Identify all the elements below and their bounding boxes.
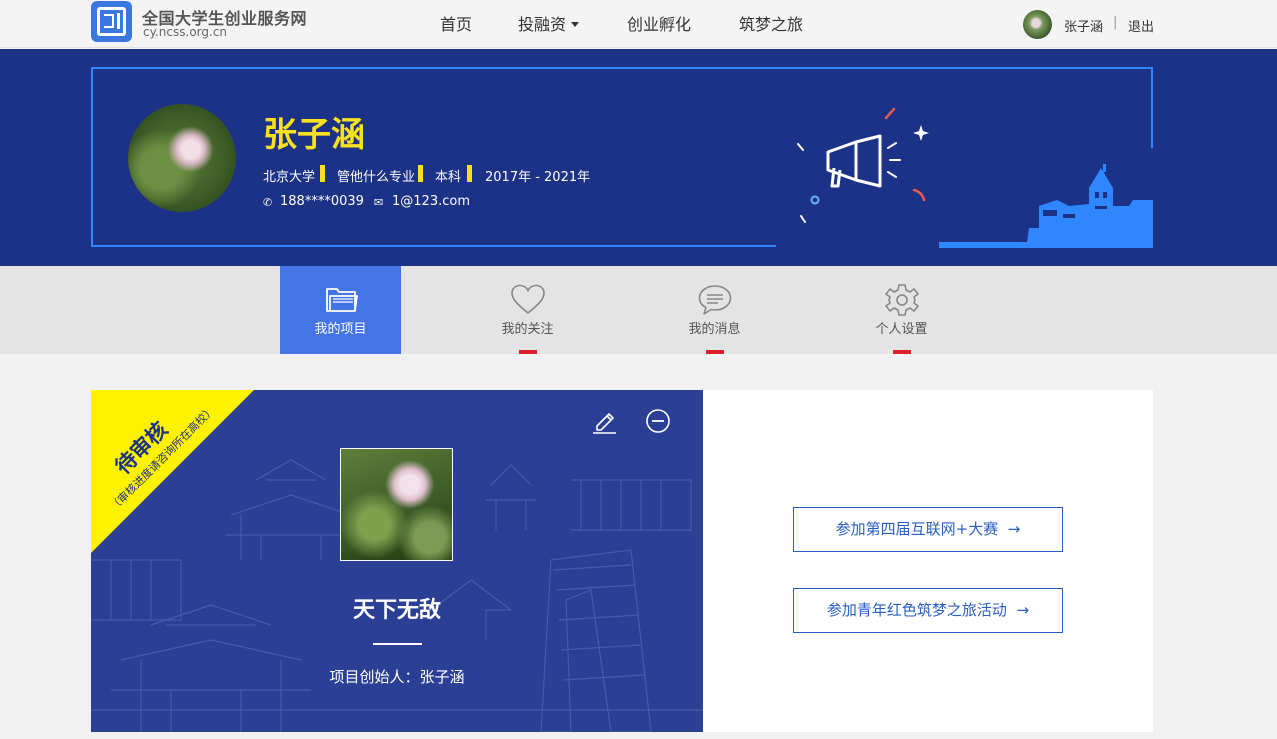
profile-avatar [128, 104, 236, 212]
site-logo-icon[interactable] [91, 1, 132, 42]
nav-home[interactable]: 首页 [440, 11, 472, 35]
tab-my-follows[interactable]: 我的关注 [467, 266, 588, 354]
notification-badge [706, 350, 724, 354]
email-icon: ✉ [374, 196, 384, 209]
user-avatar[interactable] [1023, 10, 1052, 39]
info-divider [418, 165, 423, 182]
info-divider [467, 165, 472, 182]
arrow-right-icon: → [1007, 520, 1021, 538]
tab-label: 我的项目 [314, 322, 367, 337]
project-title[interactable]: 天下无敌 [91, 592, 703, 624]
tab-my-messages[interactable]: 我的消息 [654, 266, 775, 354]
nav-incubation[interactable]: 创业孵化 [627, 11, 691, 35]
megaphone-illustration [776, 96, 940, 248]
tab-settings[interactable]: 个人设置 [841, 266, 962, 354]
arrow-right-icon: → [1016, 601, 1030, 619]
tab-label: 个人设置 [875, 322, 928, 337]
notification-badge [893, 350, 911, 354]
caret-down-icon [571, 22, 580, 27]
nav-investment-label: 投融资 [518, 15, 567, 34]
join-tour-button[interactable]: 参加青年红色筑梦之旅活动 → [793, 588, 1063, 633]
title-divider [373, 643, 422, 645]
profile-school: 北京大学 [263, 170, 316, 185]
join-tour-label: 参加青年红色筑梦之旅活动 [826, 601, 1007, 619]
profile-phone: 188****0039 [280, 194, 364, 209]
tab-label: 我的关注 [501, 322, 554, 337]
tab-label: 我的消息 [688, 322, 741, 337]
profile-major: 管他什么专业 [337, 170, 416, 185]
profile-years: 2017年 - 2021年 [485, 170, 591, 185]
profile-degree: 本科 [435, 170, 462, 185]
join-competition-label: 参加第四届互联网+大赛 [835, 520, 999, 538]
project-founder: 项目创始人：张子涵 [329, 668, 465, 686]
profile-tabs-bar [0, 266, 1277, 354]
nav-investment[interactable]: 投融资 [518, 11, 580, 35]
chat-bubble-icon [698, 285, 732, 315]
edit-icon[interactable] [591, 408, 617, 434]
profile-email: 1@123.com [392, 194, 470, 209]
nav-dream-tour[interactable]: 筑梦之旅 [739, 11, 803, 35]
city-skyline-icon [939, 164, 1153, 248]
join-competition-button[interactable]: 参加第四届互联网+大赛 → [793, 507, 1063, 552]
site-domain: cy.ncss.org.cn [143, 25, 228, 39]
heart-icon [511, 284, 545, 315]
folder-icon [326, 288, 358, 312]
phone-icon: ✆ [263, 196, 273, 209]
header-separator: | [1113, 15, 1118, 30]
info-divider [320, 165, 325, 182]
megaphone-icon [797, 107, 929, 223]
city-skyline-illustration [939, 148, 1153, 248]
remove-icon[interactable] [645, 408, 671, 434]
pending-review-ribbon [91, 390, 254, 553]
user-name-link[interactable]: 张子涵 [1064, 16, 1103, 35]
gear-icon [885, 284, 919, 316]
profile-name: 张子涵 [263, 115, 365, 155]
notification-badge [519, 350, 537, 354]
project-thumbnail[interactable] [340, 448, 453, 561]
tab-my-projects[interactable]: 我的项目 [280, 266, 401, 354]
actions-panel [703, 390, 1153, 732]
logout-link[interactable]: 退出 [1128, 16, 1154, 35]
